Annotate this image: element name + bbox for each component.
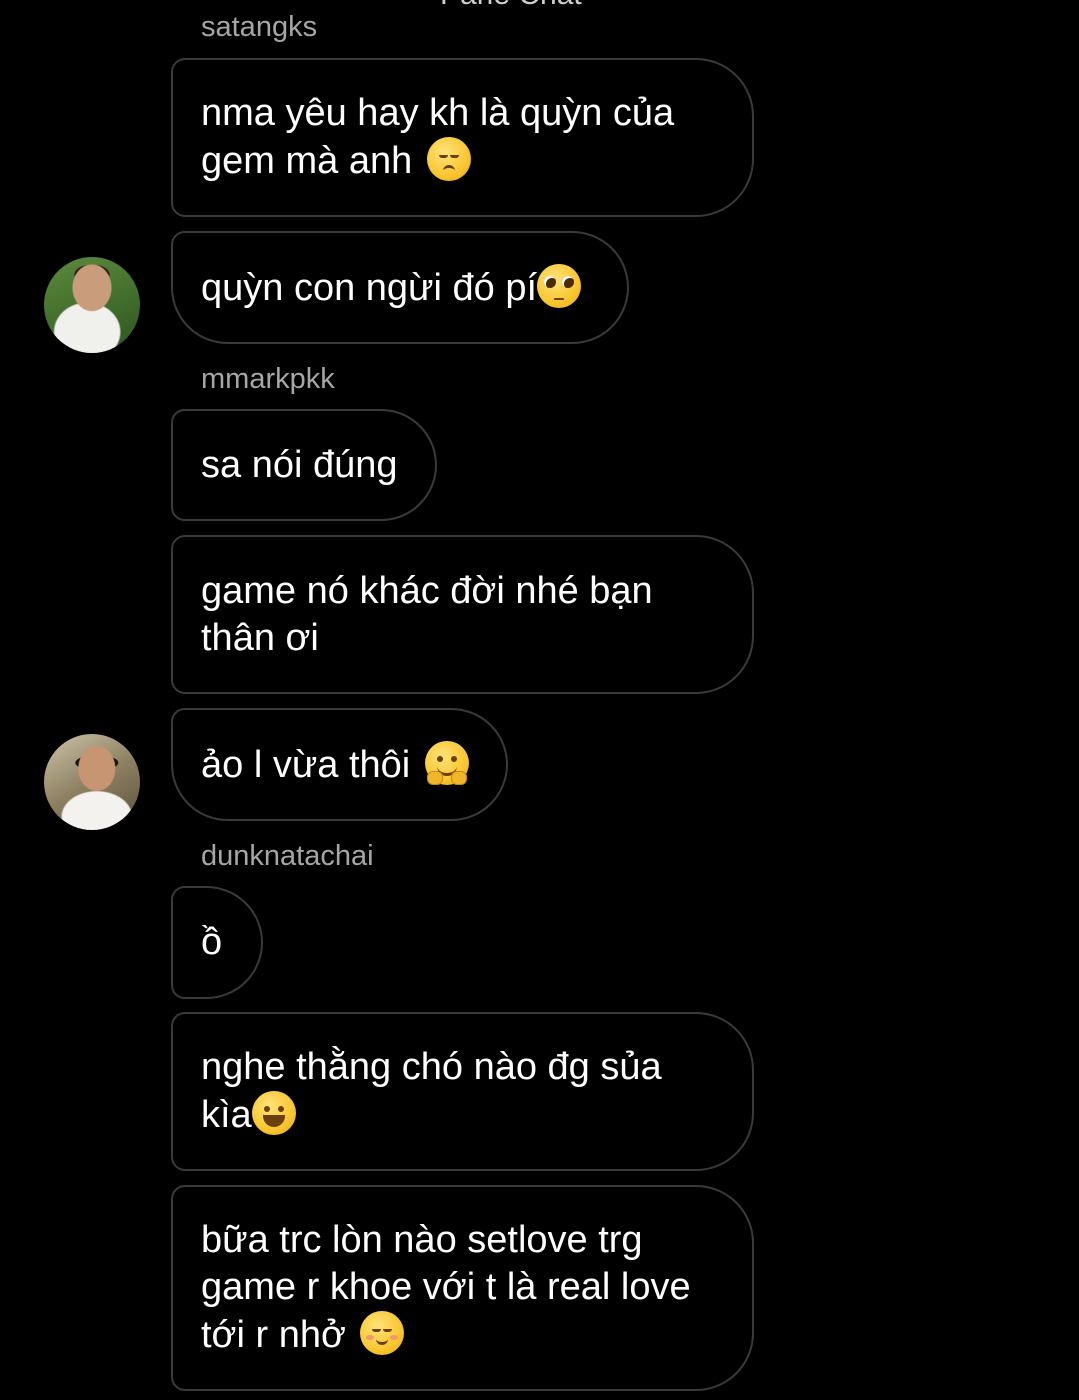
message-bubble[interactable]: ồ [171,886,263,999]
avatar[interactable] [44,734,140,830]
message-text: game nó khác đời nhé bạn thân ơi [201,569,653,659]
smiling-face-icon [360,1311,405,1355]
message-bubble[interactable]: bữa trc lòn nào setlove trg game r khoe … [171,1185,754,1391]
sender-name: satangks [201,11,318,43]
pleading-face-icon [537,263,582,308]
message-bubble[interactable]: game nó khác đời nhé bạn thân ơi [171,535,754,694]
message-bubble[interactable]: nghe thằng chó nào đg sủa kìa [171,1012,754,1171]
sender-name: mmarkpkk [201,363,335,395]
message-text: ồ [201,921,223,963]
message-text: ảo l vừa thôi [201,743,411,786]
message-text: bữa trc lòn nào setlove trg game r khoe … [201,1219,691,1356]
message-bubble[interactable]: sa nói đúng [171,409,437,521]
message-text: quỳn con ngừi đó pí [201,266,538,309]
message-bubble[interactable]: nma yêu hay kh là quỳn của gem mà anh [171,58,754,217]
message-bubble[interactable]: ảo l vừa thôi [171,708,508,821]
grinning-face-icon [251,1091,296,1135]
message-text: sa nói đúng [201,443,398,486]
hugging-face-icon [424,740,469,785]
pensive-face-icon [426,137,471,181]
chat-title: Parle Chat [440,0,640,8]
sender-name: dunknatachai [201,840,374,872]
message-bubble[interactable]: quỳn con ngừi đó pí [171,231,629,344]
avatar[interactable] [44,257,140,353]
